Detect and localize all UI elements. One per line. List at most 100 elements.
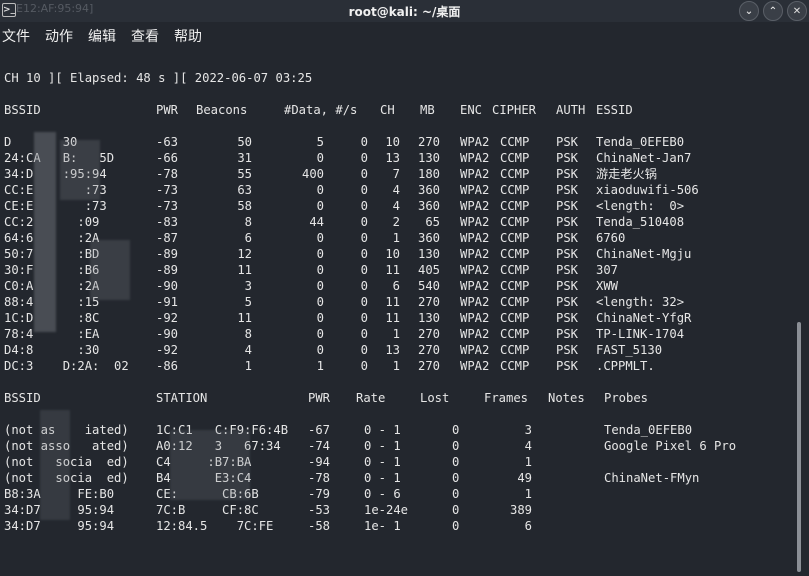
ap-cell-cipher: CCMP xyxy=(500,247,530,261)
ap-cell-data: 0 xyxy=(316,295,324,309)
ap-cell-beacons: 63 xyxy=(237,183,252,197)
vertical-scrollbar[interactable] xyxy=(797,322,801,572)
station-cell-rate: 0 - 1 xyxy=(364,423,401,437)
ap-cell-mb: 180 xyxy=(417,167,440,181)
ap-cell-essid: Tenda_0EFEB0 xyxy=(596,135,685,149)
station-cell-frames: 389 xyxy=(509,503,532,517)
ap-cell-data: 0 xyxy=(316,327,324,341)
ap-header-cipher: CIPHER xyxy=(492,103,537,117)
ap-row: DC:3 D:2A: 02 -86 1 1 0 1 270 WPA2 CCMP PSK .CPPML… xyxy=(4,358,784,374)
ap-cell-mb: 270 xyxy=(417,295,440,309)
ap-cell-essid: 307 xyxy=(596,263,619,277)
ap-cell-cipher: CCMP xyxy=(500,231,530,245)
ap-cell-mb: 360 xyxy=(417,183,440,197)
ap-cell-data: 44 xyxy=(309,215,324,229)
ap-cell-mb: 360 xyxy=(417,199,440,213)
station-cell-pwr: -67 xyxy=(308,423,331,437)
menu-file[interactable]: 文件 xyxy=(2,26,30,48)
ap-cell-auth: PSK xyxy=(556,279,579,293)
terminal-output[interactable]: CH 10 ][ Elapsed: 48 s ][ 2022-06-07 03:… xyxy=(4,68,789,533)
menu-edit[interactable]: 编辑 xyxy=(88,26,116,48)
redaction-mask xyxy=(60,140,100,200)
terminal-icon[interactable]: >_ xyxy=(2,3,16,17)
station-row: (not as iated) 1C:C1 C:F9:F6:4B -67 0 - 103… xyxy=(4,422,784,438)
ap-cell-enc: WPA2 xyxy=(460,183,490,197)
maximize-button[interactable]: ⌃ xyxy=(763,1,783,21)
ap-cell-s: 0 xyxy=(360,183,368,197)
ap-cell-ch: 10 xyxy=(385,247,400,261)
ap-header-row: BSSID PWR Beacons #Data, #/s CH MB ENC C… xyxy=(4,102,784,118)
station-cell-rate: 1e-24e xyxy=(364,503,409,517)
menu-view[interactable]: 查看 xyxy=(131,26,159,48)
ap-row: 34:D :95:94 -78 55 400 0 7 180 WPA2 CCMP PSK 游走老火锅 xyxy=(4,166,784,182)
station-cell-lost: 0 xyxy=(452,519,460,533)
ap-cell-beacons: 12 xyxy=(237,247,252,261)
station-cell-rate: 0 - 1 xyxy=(364,439,401,453)
ap-cell-pwr: -86 xyxy=(156,359,179,373)
ap-cell-ch: 2 xyxy=(392,215,400,229)
ap-cell-essid: xiaoduwifi-506 xyxy=(596,183,699,197)
ap-cell-cipher: CCMP xyxy=(500,151,530,165)
ap-cell-essid: TP-LINK-1704 xyxy=(596,327,685,341)
ap-cell-pwr: -66 xyxy=(156,151,179,165)
ap-cell-beacons: 31 xyxy=(237,151,252,165)
ap-cell-enc: WPA2 xyxy=(460,311,490,325)
station-cell-frames: 4 xyxy=(524,439,532,453)
menu-bar: 文件 动作 编辑 查看 帮助 xyxy=(0,26,215,48)
ap-cell-ch: 1 xyxy=(392,359,400,373)
ap-cell-beacons: 5 xyxy=(244,295,252,309)
station-row: 34:D7 95:94 7C:B CF:8C -53 1e-24e 0 389 xyxy=(4,502,784,518)
menu-action[interactable]: 动作 xyxy=(45,26,73,48)
ap-cell-auth: PSK xyxy=(556,263,579,277)
ap-cell-enc: WPA2 xyxy=(460,327,490,341)
ap-cell-essid: 6760 xyxy=(596,231,626,245)
ap-header-data: #Data, #/s xyxy=(284,103,358,117)
station-cell-frames: 6 xyxy=(524,519,532,533)
ap-cell-data: 0 xyxy=(316,247,324,261)
station-cell-pwr: -53 xyxy=(308,503,331,517)
ap-cell-auth: PSK xyxy=(556,311,579,325)
station-row: B8:3A FE:B0 CE: CB:6B -79 0 - 601 xyxy=(4,486,784,502)
ghost-text: E12:AF:95:94] xyxy=(16,2,94,15)
ap-cell-mb: 405 xyxy=(417,263,440,277)
ap-cell-pwr: -90 xyxy=(156,327,179,341)
redaction-mask xyxy=(90,240,130,300)
ap-cell-auth: PSK xyxy=(556,135,579,149)
ap-cell-cipher: CCMP xyxy=(500,295,530,309)
ap-cell-ch: 4 xyxy=(392,199,400,213)
menu-help[interactable]: 帮助 xyxy=(174,26,202,48)
ap-cell-data: 0 xyxy=(316,199,324,213)
ap-cell-beacons: 4 xyxy=(244,343,252,357)
station-cell-bssid: 34:D7 95:94 xyxy=(4,519,115,533)
ap-cell-mb: 65 xyxy=(425,215,440,229)
ap-cell-auth: PSK xyxy=(556,231,579,245)
station-row: (not asso ated) A0:12 3 67:34 -74 0 - 1 0 4 Go… xyxy=(4,438,784,454)
ap-cell-enc: WPA2 xyxy=(460,263,490,277)
ap-cell-enc: WPA2 xyxy=(460,199,490,213)
ap-cell-s: 0 xyxy=(360,295,368,309)
ap-row: CE:E :73 -73 58 0 0 4 360 WPA2 CCMP PSK <length: 0… xyxy=(4,198,784,214)
ap-cell-s: 0 xyxy=(360,311,368,325)
close-button[interactable]: ✕ xyxy=(787,1,807,21)
ap-cell-enc: WPA2 xyxy=(460,135,490,149)
ap-row: CC:E :73 -73 63 0 0 4 360 WPA2 CCMP PSK xiaoduwifi… xyxy=(4,182,784,198)
ap-cell-essid: ChinaNet-Jan7 xyxy=(596,151,692,165)
station-cell-lost: 0 xyxy=(452,455,460,469)
ap-cell-cipher: CCMP xyxy=(500,215,530,229)
ap-cell-cipher: CCMP xyxy=(500,311,530,325)
ap-cell-cipher: CCMP xyxy=(500,343,530,357)
ap-cell-pwr: -83 xyxy=(156,215,179,229)
station-cell-probes: Tenda_0EFEB0 xyxy=(604,423,693,437)
minimize-button[interactable]: ⌄ xyxy=(739,1,759,21)
st-header-frames: Frames xyxy=(484,391,529,405)
ap-cell-enc: WPA2 xyxy=(460,279,490,293)
st-header-notes: Notes xyxy=(548,391,585,405)
ap-cell-beacons: 11 xyxy=(237,311,252,325)
ap-cell-mb: 360 xyxy=(417,231,440,245)
ap-cell-ch: 6 xyxy=(392,279,400,293)
station-cell-rate: 0 - 1 xyxy=(364,471,401,485)
ap-cell-s: 0 xyxy=(360,151,368,165)
ap-cell-cipher: CCMP xyxy=(500,327,530,341)
ap-header-essid: ESSID xyxy=(596,103,633,117)
station-cell-lost: 0 xyxy=(452,439,460,453)
